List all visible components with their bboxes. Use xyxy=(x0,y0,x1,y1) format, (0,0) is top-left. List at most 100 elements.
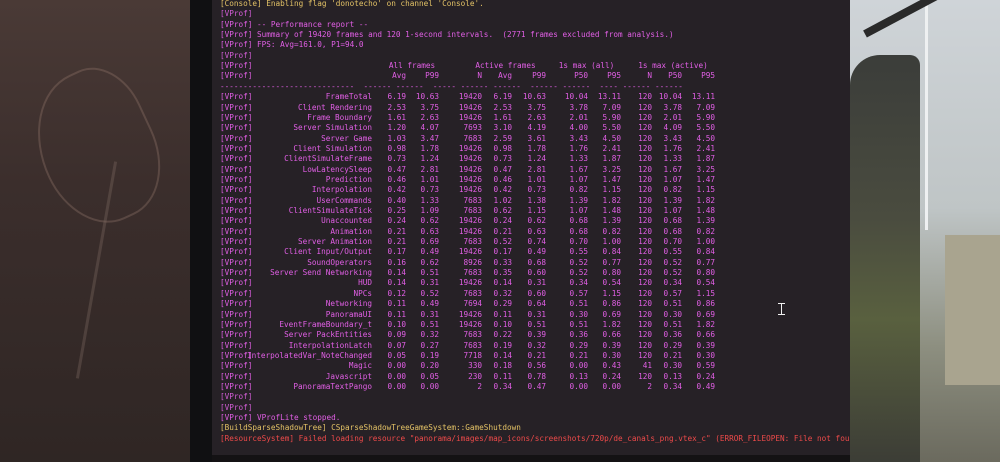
console-footer-line: [VProf] VProfLite stopped. xyxy=(220,413,341,422)
console-footer-line: [BuildSparseShadowTree] CSparseShadowTre… xyxy=(220,423,521,433)
row-value: 1.82 xyxy=(696,195,715,205)
row-value: 0.30 xyxy=(696,350,715,360)
row-name: InterpolatedVar_NoteChanged xyxy=(247,350,372,360)
row-value: 0.68 xyxy=(527,257,546,267)
row-value: 0.69 xyxy=(696,309,715,319)
row-value: 2.41 xyxy=(696,143,715,153)
game-console-window[interactable]: [Console] Enabling flag 'donotecho' on c… xyxy=(212,0,850,462)
row-value: 1.33 xyxy=(420,195,439,205)
row-value: 2.81 xyxy=(527,164,546,174)
row-value: 0.49 xyxy=(527,247,546,257)
row-value: 0.62 xyxy=(527,216,546,226)
row-value: 4.07 xyxy=(420,123,439,133)
row-value: 2.63 xyxy=(527,112,546,122)
console-header-line: [VProf] xyxy=(220,50,253,60)
row-value: 0.21 xyxy=(527,350,546,360)
row-name: Magic xyxy=(348,361,372,371)
row-value: 0.24 xyxy=(696,371,715,381)
row-name: InterpolationLatch xyxy=(288,340,372,350)
table-separator-line: ----------------------------- ------ ---… xyxy=(220,81,683,91)
row-name: Interpolation xyxy=(311,185,372,195)
row-value: 1.00 xyxy=(696,237,715,247)
row-name: ClientSimulateTick xyxy=(288,206,372,215)
row-value: 0.73 xyxy=(420,185,439,195)
row-value: 1.38 xyxy=(527,195,546,205)
row-value: 1.48 xyxy=(696,206,715,215)
row-name: Client Simulation xyxy=(293,143,372,153)
building-decoration xyxy=(945,235,1000,385)
row-value: 0.32 xyxy=(527,340,546,350)
row-value: 7.09 xyxy=(696,102,715,112)
row-name: PanoramaUI xyxy=(325,309,372,319)
row-value: 0.84 xyxy=(696,247,715,257)
console-header-line: [VProf] Summary of 19420 frames and 120 … xyxy=(220,30,674,40)
column-header: P95 xyxy=(701,71,715,81)
row-value: 1.82 xyxy=(696,319,715,329)
row-name: EventFrameBoundary_t xyxy=(279,319,372,329)
group-header: All frames xyxy=(388,61,436,71)
row-value: 0.20 xyxy=(420,361,439,371)
group-header: 1s max (active) xyxy=(638,61,708,71)
row-value: 1.78 xyxy=(527,143,546,153)
row-value: 0.56 xyxy=(527,361,546,371)
console-footer-line: [VProf] xyxy=(220,392,253,402)
row-value: 0.82 xyxy=(696,226,715,236)
row-value: 0.77 xyxy=(696,257,715,267)
row-value: 0.69 xyxy=(420,237,439,247)
console-header-line: [Console] Enabling flag 'donotecho' on c… xyxy=(220,0,484,8)
row-value: 0.49 xyxy=(696,381,715,391)
row-name: Client Rendering xyxy=(297,102,372,112)
row-value: 0.63 xyxy=(420,226,439,236)
row-value: 0.73 xyxy=(527,185,546,195)
row-value: 0.31 xyxy=(527,309,546,319)
row-name: Server PackEntities xyxy=(284,330,372,340)
row-value: 1.87 xyxy=(696,154,715,164)
row-value: 10.63 xyxy=(415,92,439,102)
console-header-line: [VProf] -- Performance report -- xyxy=(220,19,369,29)
row-name: PanoramaTextPango xyxy=(293,381,372,391)
row-value: 1.15 xyxy=(696,185,715,195)
row-value: 1.47 xyxy=(696,174,715,184)
row-name: ClientSimulateFrame xyxy=(284,154,372,164)
row-value: 4.50 xyxy=(696,133,715,143)
rifle-decoration xyxy=(863,0,1000,38)
row-name: Unaccounted xyxy=(321,216,372,226)
console-footer-line: [VProf] xyxy=(220,402,253,412)
console-header-line: [VProf] FPS: Avg=161.0, P1=94.0 xyxy=(220,40,364,50)
row-value: 0.86 xyxy=(696,299,715,309)
row-value: 0.32 xyxy=(420,330,439,340)
row-value: 0.78 xyxy=(527,371,546,381)
row-value: 0.27 xyxy=(420,340,439,350)
line-prefix: [VProf] xyxy=(220,61,253,71)
row-value: 0.62 xyxy=(420,216,439,226)
row-value: 0.31 xyxy=(420,309,439,319)
row-name: Server Game xyxy=(321,133,372,143)
row-name: NPCs xyxy=(353,288,372,298)
row-value: 1.39 xyxy=(696,216,715,226)
group-header: 1s max (all) xyxy=(558,61,615,71)
column-header: P99 xyxy=(425,71,439,81)
row-value: 0.52 xyxy=(420,288,439,298)
row-value: 0.60 xyxy=(527,288,546,298)
row-value: 0.31 xyxy=(527,278,546,288)
row-name: LowLatencySleep xyxy=(302,164,372,174)
row-value: 0.19 xyxy=(420,350,439,360)
row-name: Prediction xyxy=(325,174,372,184)
line-prefix: [VProf] xyxy=(220,71,253,81)
row-value: 3.61 xyxy=(527,133,546,143)
row-value: 0.49 xyxy=(420,299,439,309)
row-value: 3.75 xyxy=(420,102,439,112)
row-value: 3.75 xyxy=(527,102,546,112)
row-name: Server Animation xyxy=(297,237,372,247)
row-name: Animation xyxy=(330,226,372,236)
console-bottom-edge xyxy=(212,455,850,462)
soldier-figure xyxy=(850,55,920,462)
console-footer-line: [ResourceSystem] Failed loading resource… xyxy=(220,433,850,443)
row-name: FrameTotal xyxy=(325,92,372,102)
row-value: 3.47 xyxy=(420,133,439,143)
row-value: 1.09 xyxy=(420,206,439,215)
row-name: Frame Boundary xyxy=(307,112,372,122)
row-value: 0.00 xyxy=(420,381,439,391)
row-value: 0.51 xyxy=(527,319,546,329)
row-value: 2.81 xyxy=(420,164,439,174)
